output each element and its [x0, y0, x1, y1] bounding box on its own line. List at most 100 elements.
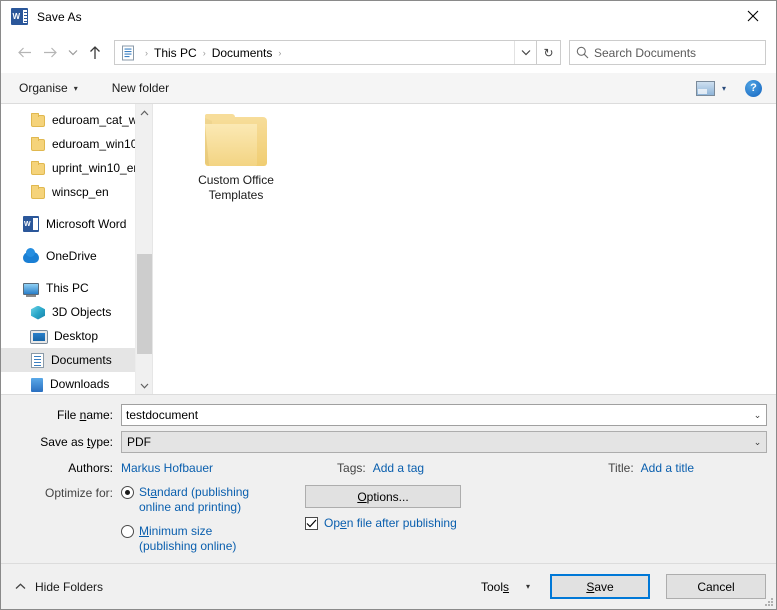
documents-folder-icon	[120, 45, 136, 61]
chevron-down-icon: ▾	[526, 582, 530, 591]
recent-locations-button[interactable]	[63, 40, 82, 66]
file-item-custom-office-templates[interactable]: Custom Office Templates	[181, 114, 291, 203]
file-list-pane[interactable]: Custom Office Templates	[153, 104, 776, 394]
search-box[interactable]	[569, 40, 766, 65]
close-button[interactable]	[730, 1, 776, 31]
help-button[interactable]: ?	[745, 80, 762, 97]
navigation-pane-scrollbar[interactable]	[135, 104, 152, 394]
sidebar-item-label: 3D Objects	[52, 305, 111, 319]
sidebar-item-label: This PC	[46, 281, 89, 295]
sidebar-item-downloads[interactable]: Downloads	[1, 372, 152, 394]
command-toolbar: Organise ▾ New folder ▾ ?	[1, 73, 776, 104]
chevron-down-icon	[68, 49, 78, 56]
sidebar-item-this-pc[interactable]: This PC	[1, 276, 152, 300]
chevron-down-icon[interactable]: ⌄	[749, 405, 766, 425]
sidebar-item-winscp-en[interactable]: winscp_en	[1, 180, 152, 204]
sidebar-item-eduroam-cat[interactable]: eduroam_cat_wi	[1, 108, 152, 132]
sidebar-item-onedrive[interactable]: OneDrive	[1, 244, 152, 268]
tools-button[interactable]: Tools ▾	[481, 580, 534, 594]
downloads-icon	[31, 378, 43, 392]
organise-label: Organise	[19, 81, 68, 95]
new-folder-button[interactable]: New folder	[106, 78, 175, 98]
sidebar-item-uprint-win10[interactable]: uprint_win10_en	[1, 156, 152, 180]
optimize-left-group: Optimize for: Standard (publishingonline…	[1, 485, 301, 563]
chevron-up-icon	[15, 582, 26, 592]
radio-standard-label: Standard (publishingonline and printing)	[139, 485, 249, 515]
this-pc-monitor-icon	[23, 283, 39, 295]
chevron-down-icon[interactable]: ⌄	[749, 432, 766, 452]
scrollbar-track[interactable]	[136, 121, 153, 377]
title-label: Title:	[608, 461, 634, 475]
sidebar-item-3d-objects[interactable]: 3D Objects	[1, 300, 152, 324]
back-button[interactable]	[11, 40, 37, 66]
sidebar-item-label: Documents	[51, 353, 112, 367]
breadcrumb-item-documents[interactable]: Documents	[212, 46, 273, 60]
save-button[interactable]: Save	[550, 574, 650, 599]
resize-grip[interactable]	[763, 596, 773, 606]
arrow-right-icon	[43, 46, 58, 59]
sidebar-item-label: eduroam_win10_	[52, 137, 144, 151]
checkmark-icon	[306, 519, 317, 528]
search-input[interactable]	[594, 46, 765, 60]
file-name-input[interactable]	[122, 408, 749, 422]
save-as-type-label: Save as type:	[1, 435, 121, 449]
radio-minimum-size-indicator[interactable]	[121, 525, 134, 538]
scroll-up-button[interactable]	[136, 104, 153, 121]
forward-button[interactable]	[37, 40, 63, 66]
open-file-after-publishing-row[interactable]: Open file after publishing	[305, 516, 461, 530]
radio-minimum-size[interactable]: Minimum size(publishing online)	[121, 524, 301, 554]
sidebar-item-label: Microsoft Word	[46, 217, 126, 231]
chevron-down-icon: ▾	[74, 84, 78, 93]
radio-standard-indicator[interactable]	[121, 486, 134, 499]
cube-icon	[31, 306, 45, 320]
breadcrumb[interactable]: › This PC › Documents ›	[114, 40, 537, 65]
breadcrumb-separator: ›	[197, 48, 212, 58]
cancel-button[interactable]: Cancel	[666, 574, 766, 599]
open-after-publishing-label: Open file after publishing	[324, 516, 457, 530]
hide-folders-label: Hide Folders	[35, 580, 103, 594]
breadcrumb-separator: ›	[272, 48, 287, 58]
scrollbar-thumb[interactable]	[137, 254, 152, 354]
open-after-publishing-checkbox[interactable]	[305, 517, 318, 530]
search-icon	[570, 46, 594, 59]
save-as-dialog: W Save As	[0, 0, 777, 610]
view-layout-icon[interactable]	[696, 81, 715, 96]
sidebar-item-desktop[interactable]: Desktop	[1, 324, 152, 348]
optimize-section: Optimize for: Standard (publishingonline…	[1, 482, 776, 563]
chevron-down-icon	[521, 49, 531, 56]
documents-icon	[31, 353, 44, 368]
organise-button[interactable]: Organise ▾	[13, 78, 84, 98]
file-name-combobox[interactable]: ⌄	[121, 404, 767, 426]
toolbar-right-group: ▾ ?	[696, 80, 764, 97]
metadata-row: Authors: Markus Hofbauer Tags: Add a tag…	[1, 458, 776, 475]
navigation-tree: eduroam_cat_wi eduroam_win10_ uprint_win…	[1, 104, 152, 394]
navigation-bar: › This PC › Documents › ↻	[1, 32, 776, 73]
tags-add-link[interactable]: Add a tag	[373, 461, 424, 475]
breadcrumb-item-this-pc[interactable]: This PC	[154, 46, 197, 60]
word-icon: W	[23, 216, 39, 232]
optimize-radio-group: Standard (publishingonline and printing)…	[121, 485, 301, 563]
save-as-type-combobox[interactable]: PDF ⌄	[121, 431, 767, 453]
breadcrumb-dropdown-button[interactable]	[514, 41, 536, 64]
tools-label: Tools	[481, 580, 509, 594]
title-add-link[interactable]: Add a title	[641, 461, 694, 475]
sidebar-item-label: winscp_en	[52, 185, 109, 199]
hide-folders-button[interactable]: Hide Folders	[15, 580, 103, 594]
options-button[interactable]: Options...	[305, 485, 461, 508]
sidebar-item-label: uprint_win10_en	[52, 161, 140, 175]
sidebar-item-microsoft-word[interactable]: W Microsoft Word	[1, 212, 152, 236]
browser-area: eduroam_cat_wi eduroam_win10_ uprint_win…	[1, 104, 776, 395]
sidebar-item-eduroam-win10[interactable]: eduroam_win10_	[1, 132, 152, 156]
authors-value[interactable]: Markus Hofbauer	[121, 461, 213, 475]
view-options-caret-icon[interactable]: ▾	[717, 84, 735, 93]
scroll-down-button[interactable]	[136, 377, 153, 394]
save-options-form: File name: ⌄ Save as type: PDF ⌄ Authors…	[1, 395, 776, 563]
refresh-button[interactable]: ↻	[537, 40, 561, 65]
sidebar-item-label: OneDrive	[46, 249, 97, 263]
radio-standard[interactable]: Standard (publishingonline and printing)	[121, 485, 301, 515]
save-as-type-value: PDF	[122, 435, 749, 449]
file-name-row: File name: ⌄	[1, 404, 776, 426]
tags-label: Tags:	[337, 461, 366, 475]
up-one-level-button[interactable]	[82, 40, 108, 66]
sidebar-item-documents[interactable]: Documents	[1, 348, 152, 372]
